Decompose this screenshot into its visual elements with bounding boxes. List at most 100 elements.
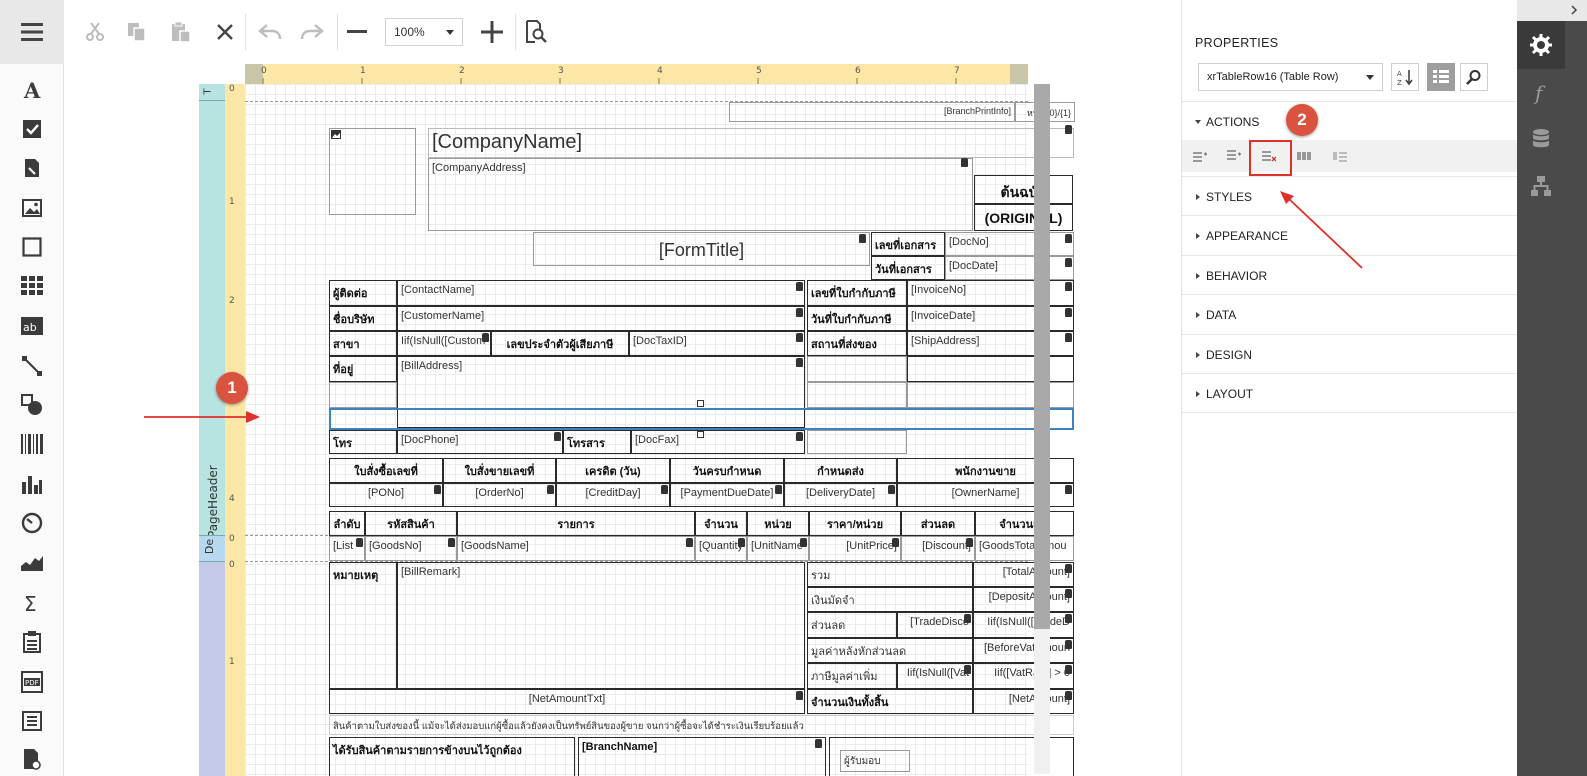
rich-text-icon[interactable] <box>18 154 46 182</box>
section-data[interactable]: DATA <box>1182 294 1518 334</box>
section-design[interactable]: DESIGN <box>1182 334 1518 374</box>
menu-button[interactable] <box>0 0 64 64</box>
total-value[interactable]: Iif([VatRate] > 0 <box>973 663 1074 689</box>
line-icon[interactable] <box>18 352 46 380</box>
doc-date-field[interactable]: [DocDate] <box>945 256 1074 280</box>
info-value[interactable]: [PONo] <box>329 483 443 507</box>
customer-field[interactable]: [CustomerName] <box>397 306 805 331</box>
total-value[interactable]: [TotalAmount] <box>973 562 1074 587</box>
total-label[interactable]: รวม <box>807 562 973 587</box>
info-header[interactable]: วันครบกำหนด <box>670 458 784 483</box>
total-value[interactable]: [BeforeVatAmoun <box>973 638 1074 663</box>
section-actions[interactable]: ACTIONS <box>1182 101 1518 141</box>
resize-handle[interactable] <box>697 400 704 407</box>
address-spacer[interactable] <box>329 382 397 408</box>
ship-spacer[interactable] <box>807 430 907 454</box>
shape-icon[interactable] <box>18 391 46 419</box>
remark-label[interactable]: หมายเหตุ <box>329 562 397 689</box>
total-value[interactable]: [DepositAmount] <box>973 587 1074 612</box>
undo-icon[interactable] <box>256 18 284 46</box>
item-value[interactable]: [GoodsNo] <box>365 536 457 561</box>
insert-row-below-icon[interactable] <box>1224 146 1244 166</box>
section-layout[interactable]: LAYOUT <box>1182 373 1518 413</box>
chart-icon[interactable] <box>18 470 46 498</box>
report-page[interactable]: [BranchPrintInfo] หน้า {0}/{1} [CompanyN… <box>245 84 1075 776</box>
item-value[interactable]: [GoodsTotalAmou <box>975 536 1074 561</box>
scrollbar-thumb[interactable] <box>1034 84 1050 629</box>
delete-icon[interactable] <box>211 18 239 46</box>
company-address[interactable]: [CompanyAddress] <box>428 158 973 231</box>
invoice-no-label[interactable]: เลขที่ใบกำกับภาษี <box>807 280 907 306</box>
footer-note[interactable]: สินค้าตามใบส่งของนี้ แม้จะได้ส่งมอบแก่ผู… <box>329 715 1074 735</box>
contact-field[interactable]: [ContactName] <box>397 280 805 306</box>
vertical-scrollbar[interactable] <box>1034 84 1050 774</box>
branch-label[interactable]: สาขา <box>329 331 397 356</box>
tax-id-field[interactable]: [DocTaxID] <box>629 331 805 356</box>
delete-cell-icon[interactable] <box>1330 146 1350 166</box>
pdf-content-icon[interactable]: PDF <box>18 668 46 696</box>
zoom-in-icon[interactable] <box>478 18 506 46</box>
form-title[interactable]: [FormTitle] <box>533 232 870 266</box>
sparkline-icon[interactable] <box>18 549 46 577</box>
branch-field[interactable]: Iif(IsNull([Custom <box>397 331 491 356</box>
design-surface[interactable]: 0 1 2 3 4 5 6 7 T PageHeader De 0 1 2 3 … <box>64 64 1181 776</box>
total-label[interactable]: มูลค่าหลังหักส่วนลด <box>807 638 973 663</box>
info-header[interactable]: กำหนดส่ง <box>784 458 897 483</box>
total-value[interactable]: [NetAmount] <box>973 689 1074 714</box>
info-header[interactable]: เครดิต (วัน) <box>556 458 670 483</box>
fax-field[interactable]: [DocFax] <box>631 430 805 454</box>
phone-field[interactable]: [DocPhone] <box>397 430 563 454</box>
item-value[interactable]: [UnitPrice] <box>809 536 901 561</box>
info-value[interactable]: [CreditDay] <box>556 483 670 507</box>
character-comb-icon[interactable]: ab <box>18 312 46 340</box>
total-value[interactable]: Iif(IsNull([TradeD <box>973 612 1074 638</box>
total-label[interactable]: ภาษีมูลค่าเพิ่ม <box>807 663 897 689</box>
table-icon[interactable] <box>18 272 46 300</box>
sort-alphabetically-button[interactable]: AZ <box>1391 63 1419 91</box>
total-mid[interactable]: [TradeDisco <box>897 612 973 638</box>
item-header[interactable]: ราคา/หน่วย <box>809 511 901 536</box>
doc-no-label[interactable]: เลขที่เอกสาร <box>871 232 945 256</box>
customer-label[interactable]: ชื่อบริษัท <box>329 306 397 331</box>
received-label[interactable]: ได้รับสินค้าตามรายการข้างบนไว้ถูกต้อง <box>329 737 575 776</box>
doc-no-field[interactable]: [DocNo] <box>945 232 1074 256</box>
contact-label[interactable]: ผู้ติดต่อ <box>329 280 397 306</box>
phone-label[interactable]: โทร <box>329 430 397 454</box>
expressions-icon[interactable]: f <box>1517 69 1565 117</box>
total-label[interactable]: จำนวนเงินทั้งสิ้น <box>807 689 973 714</box>
cut-icon[interactable] <box>81 18 109 46</box>
gauge-icon[interactable] <box>18 509 46 537</box>
info-value[interactable]: [PaymentDueDate] <box>670 483 784 507</box>
item-header[interactable]: จำนวน <box>695 511 747 536</box>
doc-date-label[interactable]: วันที่เอกสาร <box>871 256 945 280</box>
info-header[interactable]: ใบสั่งขายเลขที่ <box>443 458 556 483</box>
search-button[interactable] <box>1460 63 1488 91</box>
tax-id-label[interactable]: เลขประจำตัวผู้เสียภาษี <box>491 331 629 356</box>
item-header[interactable]: ลำดับ <box>329 511 365 536</box>
band-top-margin[interactable]: T <box>199 84 225 101</box>
info-value[interactable]: [DeliveryDate] <box>784 483 897 507</box>
info-header[interactable]: ใบสั่งซื้อเลขที่ <box>329 458 443 483</box>
item-header[interactable]: รายการ <box>457 511 695 536</box>
company-name[interactable]: [CompanyName] <box>428 128 1074 158</box>
band-page-header[interactable]: PageHeader <box>199 101 225 538</box>
band-footer[interactable] <box>199 561 225 776</box>
original-label-en[interactable]: (ORIGINAL) <box>974 204 1073 231</box>
zoom-select[interactable]: 100% <box>385 18 463 46</box>
ship-label[interactable]: สถานที่ส่งของ <box>807 331 907 356</box>
object-selector[interactable]: xrTableRow16 (Table Row) <box>1198 63 1383 91</box>
picture-icon[interactable] <box>18 194 46 222</box>
item-header[interactable]: หน่วย <box>747 511 809 536</box>
insert-cell-icon[interactable] <box>1294 146 1314 166</box>
page-info-icon[interactable] <box>18 745 46 773</box>
subreport-icon[interactable] <box>18 628 46 656</box>
report-explorer-icon[interactable] <box>1517 162 1565 210</box>
branch-name-field[interactable]: [BranchName] <box>578 737 826 776</box>
insert-row-above-icon[interactable] <box>1190 146 1210 166</box>
total-mid[interactable]: Iif(IsNull([Vat <box>897 663 973 689</box>
paste-icon[interactable] <box>167 18 195 46</box>
table-of-contents-icon[interactable] <box>18 707 46 735</box>
item-value[interactable]: [GoodsName] <box>457 536 695 561</box>
company-logo[interactable] <box>329 128 416 215</box>
total-label[interactable]: เงินมัดจำ <box>807 587 973 612</box>
